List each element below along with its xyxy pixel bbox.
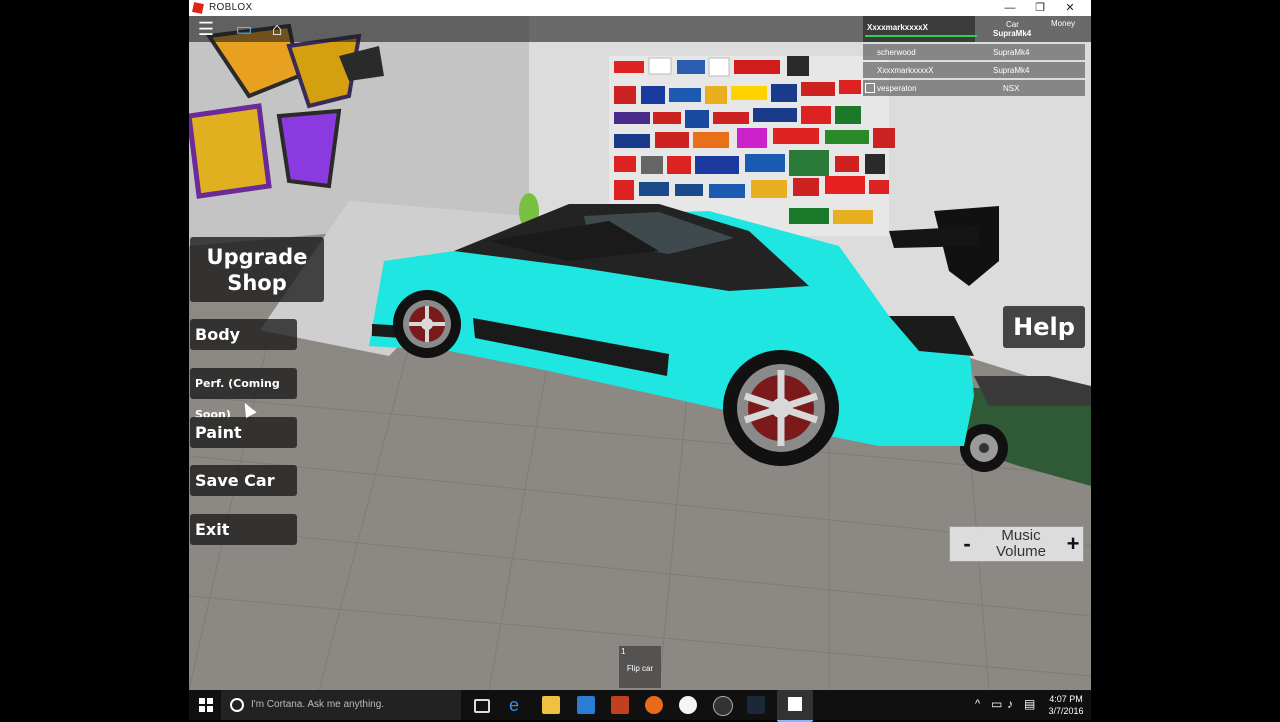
window-title: ROBLOX [209,2,253,13]
upgrade-shop-title: Upgrade Shop [190,237,324,302]
player-name: XxxxmarkxxxxX [877,66,934,75]
player-car: NSX [1003,84,1020,93]
network-icon[interactable]: ▭ [991,697,1002,711]
hotbar-slot-flip-car[interactable]: 1 Flip car [619,646,661,688]
restore-button[interactable]: ❐ [1025,0,1055,16]
player-car: SupraMk4 [993,66,1030,75]
perf-coming-soon-button[interactable]: Perf. (Coming Soon) [190,368,297,421]
hotbar-slot-number: 1 [621,647,626,656]
scene [189,16,1091,690]
cortana-icon [230,698,244,712]
cortana-search-box[interactable]: I'm Cortana. Ask me anything. [221,690,461,720]
health-bar [865,35,977,37]
exit-button[interactable]: Exit [190,514,297,545]
notification-icon[interactable]: ▤ [1024,697,1035,711]
windows-start-icon[interactable] [199,698,213,712]
player-row[interactable]: vesperaton NSX [863,80,1085,96]
backpack-icon[interactable]: ⌂ [266,20,288,38]
chat-icon[interactable]: ▭ [233,20,255,38]
windows-taskbar: I'm Cortana. Ask me anything. e ^ ▭ ♪ ▤ … [189,690,1091,722]
local-player-car: SupraMk4 [993,29,1032,38]
roblox-taskbar-icon [788,697,802,711]
music-volume-control: - Music Volume + [949,526,1084,562]
paint-button[interactable]: Paint [190,417,297,448]
firefox-icon[interactable] [645,696,663,714]
app-icon[interactable] [713,696,733,716]
player-car: SupraMk4 [993,48,1030,57]
store-icon[interactable] [577,696,595,714]
roblox-logo-icon [192,2,204,14]
player-row[interactable]: XxxxmarkxxxxX SupraMk4 [863,62,1085,78]
roblox-window: ROBLOX — ❐ ✕ ☰ ▭ ⌂ Upgrade Shop Body Per… [189,0,1091,720]
steam-icon[interactable] [747,696,765,714]
itunes-icon[interactable] [679,696,697,714]
money-column-header: Money [1051,19,1076,28]
music-volume-label: Music Volume [995,527,1047,560]
taskbar-time[interactable]: 4:07 PM [1046,694,1086,704]
local-player-header: XxxxmarkxxxxX [863,16,977,42]
volume-up-button[interactable]: + [1056,527,1090,561]
minimize-button[interactable]: — [995,0,1025,16]
edge-icon[interactable]: e [509,696,527,714]
player-name: vesperaton [877,84,917,93]
body-button[interactable]: Body [190,319,297,350]
cortana-placeholder: I'm Cortana. Ask me anything. [251,699,385,710]
local-player-name: XxxxmarkxxxxX [867,23,928,32]
task-view-icon[interactable] [474,699,490,713]
volume-icon[interactable]: ♪ [1007,697,1013,711]
close-button[interactable]: ✕ [1055,0,1085,16]
hamburger-menu-icon[interactable]: ☰ [195,20,217,38]
hotbar-slot-label: Flip car [626,664,654,673]
window-titlebar: ROBLOX — ❐ ✕ [189,0,1091,16]
file-explorer-icon[interactable] [542,696,560,714]
roblox-taskbar-button[interactable] [777,690,813,722]
save-car-button[interactable]: Save Car [190,465,297,496]
office-icon[interactable] [611,696,629,714]
player-name: scherwood [877,48,916,57]
player-row[interactable]: scherwood SupraMk4 [863,44,1085,60]
show-hidden-icons[interactable]: ^ [975,698,980,710]
game-viewport[interactable]: ☰ ▭ ⌂ Upgrade Shop Body Perf. (Coming So… [189,16,1091,690]
player-icon [865,83,875,93]
taskbar-date[interactable]: 3/7/2016 [1046,706,1086,716]
volume-down-button[interactable]: - [950,527,984,561]
car-column-header: Car [1006,20,1019,29]
help-button[interactable]: Help [1003,306,1085,348]
